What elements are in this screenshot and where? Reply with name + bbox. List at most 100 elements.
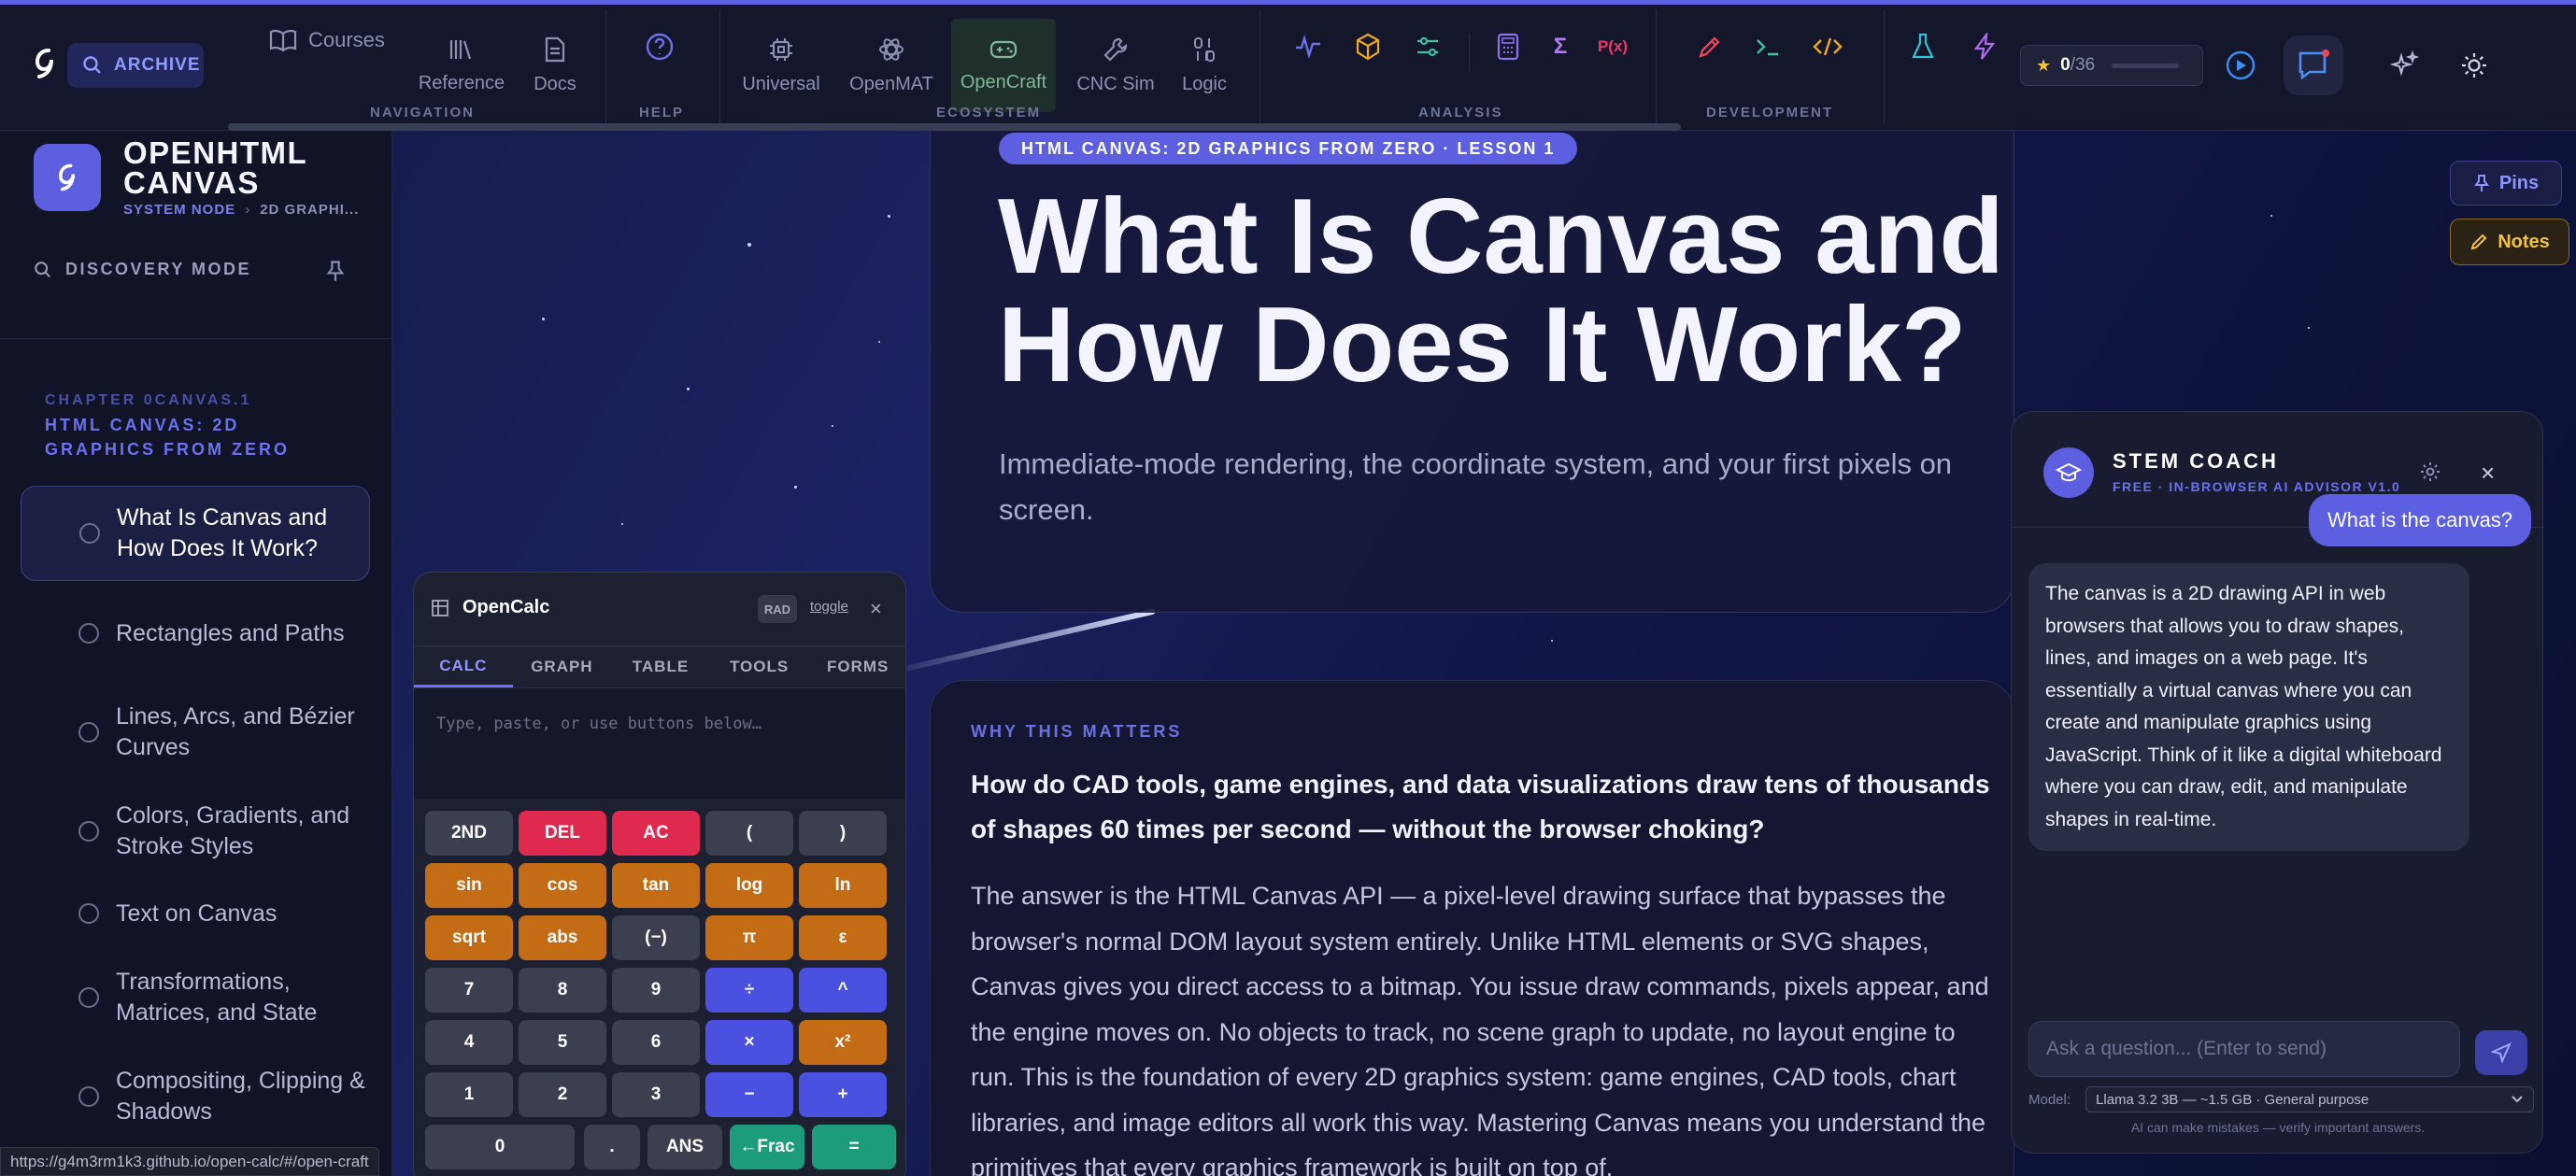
lesson-item[interactable]: What Is Canvas and How Does It Work? (21, 486, 370, 581)
key-4[interactable]: 4 (425, 1020, 513, 1065)
pin-sidebar-button[interactable] (325, 260, 346, 287)
gear-icon[interactable] (2419, 460, 2441, 483)
help-button[interactable] (639, 26, 680, 67)
angle-mode-toggle[interactable]: toggle (810, 599, 848, 615)
calc-expression-input[interactable]: Type, paste, or use buttons below… (414, 688, 905, 799)
nav-docs[interactable]: Docs (503, 19, 607, 112)
terminal-button[interactable] (1747, 26, 1788, 67)
lesson-item[interactable]: Transformations, Matrices, and State (21, 960, 370, 1035)
courses-link[interactable]: Courses (269, 28, 385, 52)
breadcrumb-root[interactable]: SYSTEM NODE (123, 202, 235, 218)
terminal-icon (1755, 35, 1781, 58)
code-button[interactable] (1807, 26, 1848, 67)
nav-openmat[interactable]: OpenMAT (839, 19, 944, 112)
draw-button[interactable] (1689, 26, 1730, 67)
second-key[interactable]: 2ND (425, 811, 513, 856)
key-8[interactable]: 8 (519, 968, 606, 1013)
key-6[interactable]: 6 (612, 1020, 700, 1065)
pins-button[interactable]: Pins (2450, 161, 2562, 205)
key-3[interactable]: 3 (612, 1072, 700, 1117)
equals-key[interactable]: = (812, 1125, 896, 1169)
key-tan[interactable]: tan (612, 863, 700, 908)
probability-button[interactable]: P(x) (1592, 26, 1633, 67)
epsilon-key[interactable]: ε (799, 915, 887, 960)
plus-key[interactable]: + (799, 1072, 887, 1117)
angle-mode-badge[interactable]: RAD (758, 595, 797, 623)
lesson-item[interactable]: Colors, Gradients, and Stroke Styles (21, 794, 370, 869)
star-score: 0 (2060, 55, 2071, 75)
close-paren-key[interactable]: ) (799, 811, 887, 856)
pi-key[interactable]: π (705, 915, 793, 960)
nav-separator (1469, 34, 1470, 71)
waveform-button[interactable] (1288, 26, 1329, 67)
square-key[interactable]: x² (799, 1020, 887, 1065)
lesson-item[interactable]: Compositing, Clipping & Shadows (21, 1059, 370, 1134)
divide-key[interactable]: ÷ (705, 968, 793, 1013)
tab-table[interactable]: TABLE (611, 646, 710, 687)
lab-button[interactable] (1902, 26, 1943, 67)
clear-key[interactable]: AC (612, 811, 700, 856)
sparkles-button[interactable] (2384, 45, 2426, 86)
power-key[interactable]: ^ (799, 968, 887, 1013)
multiply-key[interactable]: × (705, 1020, 793, 1065)
tab-graph[interactable]: GRAPH (513, 646, 612, 687)
minus-key[interactable]: − (705, 1072, 793, 1117)
pins-label: Pins (2498, 172, 2540, 193)
delete-key[interactable]: DEL (519, 811, 606, 856)
negate-key[interactable]: (−) (612, 915, 700, 960)
answer-key[interactable]: ANS (648, 1125, 722, 1169)
model-select[interactable]: Llama 3.2 3B — ~1.5 GB · General purpose (2085, 1086, 2535, 1112)
app-logo-icon[interactable] (26, 45, 64, 82)
nav-opencraft[interactable]: OpenCraft (951, 19, 1056, 112)
chat-button[interactable] (2284, 35, 2343, 95)
tab-tools[interactable]: TOOLS (710, 646, 809, 687)
calc-header[interactable]: OpenCalc RAD toggle × (414, 573, 905, 645)
close-icon[interactable]: × (2481, 459, 2495, 488)
play-circle-icon (2225, 50, 2256, 81)
quick-action-button[interactable] (1964, 26, 2005, 67)
nav-reference[interactable]: Reference (409, 19, 514, 112)
nav-universal[interactable]: Universal (729, 19, 833, 112)
key-sqrt[interactable]: sqrt (425, 915, 513, 960)
cube-button[interactable] (1347, 26, 1388, 67)
notes-button[interactable]: Notes (2450, 219, 2569, 265)
key-9[interactable]: 9 (612, 968, 700, 1013)
key-sin[interactable]: sin (425, 863, 513, 908)
key-abs[interactable]: abs (519, 915, 606, 960)
sliders-button[interactable] (1407, 26, 1448, 67)
key-5[interactable]: 5 (519, 1020, 606, 1065)
theme-toggle-button[interactable] (2454, 45, 2495, 86)
lesson-item[interactable]: Lines, Arcs, and Bézier Curves (21, 695, 370, 770)
sigma-button[interactable]: Σ (1540, 26, 1581, 67)
lesson-status-icon (79, 523, 100, 544)
send-icon (2491, 1042, 2512, 1063)
key-1[interactable]: 1 (425, 1072, 513, 1117)
close-icon[interactable]: × (870, 597, 882, 621)
discovery-mode-search[interactable]: DISCOVERY MODE (34, 260, 251, 279)
star-progress[interactable]: ★ 0/36 (2020, 45, 2203, 86)
ai-disclaimer: AI can make mistakes — verify important … (2130, 1120, 2426, 1135)
key-log[interactable]: log (705, 863, 793, 908)
why-matters-body: The answer is the HTML Canvas API — a pi… (971, 882, 1989, 1176)
lesson-item[interactable]: Rectangles and Paths (21, 596, 370, 671)
play-button[interactable] (2220, 45, 2261, 86)
send-button[interactable] (2475, 1030, 2527, 1075)
key-ln[interactable]: ln (799, 863, 887, 908)
decimal-key[interactable]: . (584, 1125, 640, 1169)
lesson-item[interactable]: Text on Canvas (21, 886, 370, 942)
key-0[interactable]: 0 (425, 1125, 575, 1169)
key-cos[interactable]: cos (519, 863, 606, 908)
coach-question-input[interactable]: Ask a question... (Enter to send) (2028, 1021, 2460, 1077)
key-7[interactable]: 7 (425, 968, 513, 1013)
fraction-key[interactable]: ←Frac (730, 1125, 804, 1169)
tab-calc[interactable]: CALC (414, 646, 513, 687)
calculator-button[interactable] (1487, 26, 1529, 67)
tab-forms[interactable]: FORMS (808, 646, 905, 687)
key-2[interactable]: 2 (519, 1072, 606, 1117)
star-total: /36 (2070, 55, 2096, 75)
open-paren-key[interactable]: ( (705, 811, 793, 856)
breadcrumb-current[interactable]: 2D GRAPHI... (260, 202, 359, 218)
archive-button[interactable]: ARCHIVE (67, 43, 204, 88)
nav-horizontal-scrollbar[interactable] (228, 123, 1681, 131)
nav-logic[interactable]: Logic (1153, 19, 1256, 112)
